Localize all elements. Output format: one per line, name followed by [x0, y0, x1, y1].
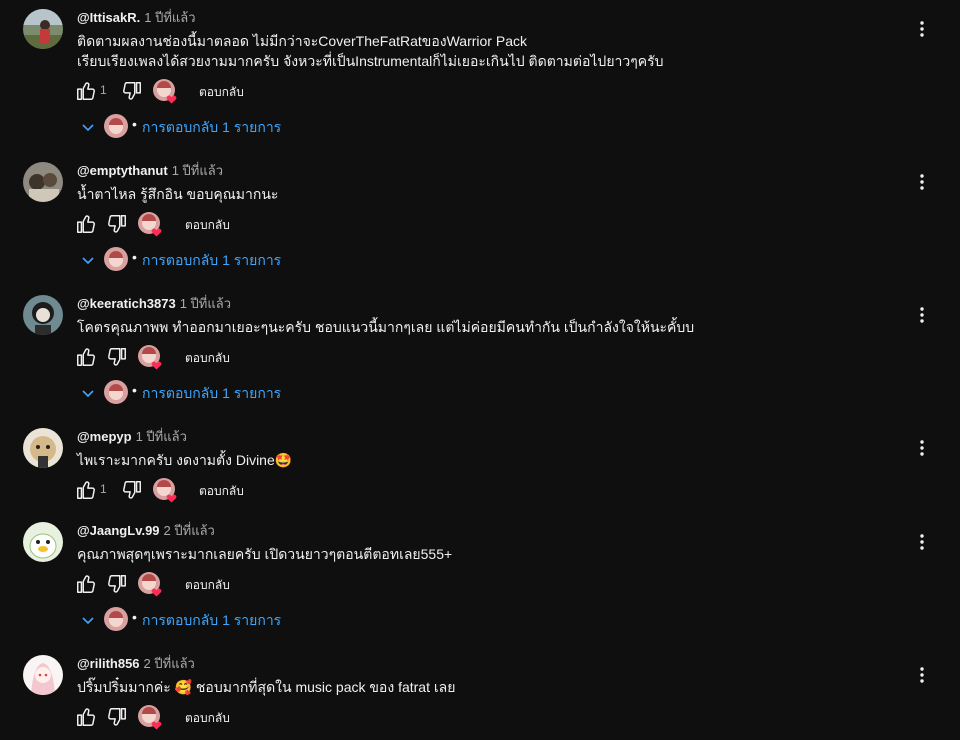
reply-button[interactable]: ตอบกลับ: [199, 482, 244, 501]
creator-heart-icon: [152, 477, 178, 503]
more-options-icon[interactable]: [912, 438, 932, 458]
like-count: 1: [100, 83, 107, 97]
like-icon[interactable]: [75, 346, 97, 368]
comment-text-line: น้ำตาไหล รู้สึกอิน ขอบคุณมากนะ: [77, 186, 279, 202]
comment-text: คุณภาพสุดๆเพราะมากเลยครับ เปิดวนยาวๆตอนต…: [77, 544, 837, 564]
avatar[interactable]: [23, 428, 63, 468]
reply-button[interactable]: ตอบกลับ: [185, 216, 230, 235]
avatar[interactable]: [23, 295, 63, 335]
timestamp[interactable]: 1 ปีที่แล้ว: [172, 163, 223, 178]
comment-header: @JaangLv.99 2 ปีที่แล้ว: [77, 522, 215, 540]
separator-dot: •: [132, 249, 137, 265]
author-name[interactable]: @mepyp: [77, 429, 132, 444]
creator-heart-icon: [137, 704, 163, 730]
replies-label[interactable]: การตอบกลับ 1 รายการ: [142, 250, 281, 272]
dislike-icon[interactable]: [106, 213, 128, 235]
like-icon[interactable]: [75, 479, 97, 501]
replies-label[interactable]: การตอบกลับ 1 รายการ: [142, 117, 281, 139]
separator-dot: •: [132, 116, 137, 132]
reply-button[interactable]: ตอบกลับ: [185, 576, 230, 595]
comment-text-line: ไพเราะมากครับ งดงามตั้ง Divine🤩: [77, 452, 293, 468]
author-name[interactable]: @emptythanut: [77, 163, 168, 178]
replies-label[interactable]: การตอบกลับ 1 รายการ: [142, 610, 281, 632]
avatar[interactable]: [23, 9, 63, 49]
author-name[interactable]: @keeratich3873: [77, 296, 176, 311]
avatar[interactable]: [23, 655, 63, 695]
replies-label[interactable]: การตอบกลับ 1 รายการ: [142, 383, 281, 405]
dislike-icon[interactable]: [106, 706, 128, 728]
dislike-icon[interactable]: [106, 573, 128, 595]
dislike-icon[interactable]: [121, 80, 143, 102]
comment-text-line: โคตรคุณภาพพ ทำออกมาเยอะๆนะครับ ชอบแนวนี้…: [77, 319, 695, 335]
comment-text: น้ำตาไหล รู้สึกอิน ขอบคุณมากนะ: [77, 184, 837, 204]
comment-text-line: ติดตามผลงานช่องนี้มาตลอด ไม่มีกว่าจะCove…: [77, 33, 527, 49]
creator-heart-icon: [137, 571, 163, 597]
more-options-icon[interactable]: [912, 665, 932, 685]
comment-text-line: คุณภาพสุดๆเพราะมากเลยครับ เปิดวนยาวๆตอนต…: [77, 546, 453, 562]
comment-text: ไพเราะมากครับ งดงามตั้ง Divine🤩: [77, 450, 837, 470]
comment-text: โคตรคุณภาพพ ทำออกมาเยอะๆนะครับ ชอบแนวนี้…: [77, 317, 837, 337]
reply-button[interactable]: ตอบกลับ: [185, 349, 230, 368]
chevron-down-icon: [80, 385, 96, 404]
like-count: 1: [100, 482, 107, 496]
author-name[interactable]: @JaangLv.99: [77, 523, 160, 538]
like-icon[interactable]: [75, 573, 97, 595]
dislike-icon[interactable]: [121, 479, 143, 501]
comment-header: @mepyp 1 ปีที่แล้ว: [77, 428, 187, 446]
more-options-icon[interactable]: [912, 172, 932, 192]
more-options-icon[interactable]: [912, 532, 932, 552]
creator-avatar: [104, 114, 128, 138]
chevron-down-icon: [80, 612, 96, 631]
more-options-icon[interactable]: [912, 305, 932, 325]
timestamp[interactable]: 2 ปีที่แล้ว: [164, 523, 215, 538]
creator-heart-icon: [152, 78, 178, 104]
comment-header: @rilith856 2 ปีที่แล้ว: [77, 655, 195, 673]
comment-text: ติดตามผลงานช่องนี้มาตลอด ไม่มีกว่าจะCove…: [77, 31, 837, 71]
reply-button[interactable]: ตอบกลับ: [199, 83, 244, 102]
comment-header: @emptythanut 1 ปีที่แล้ว: [77, 162, 223, 180]
timestamp[interactable]: 1 ปีที่แล้ว: [136, 429, 187, 444]
timestamp[interactable]: 1 ปีที่แล้ว: [144, 10, 195, 25]
timestamp[interactable]: 2 ปีที่แล้ว: [144, 656, 195, 671]
more-options-icon[interactable]: [912, 19, 932, 39]
like-icon[interactable]: [75, 706, 97, 728]
creator-avatar: [104, 607, 128, 631]
avatar[interactable]: [23, 522, 63, 562]
separator-dot: •: [132, 609, 137, 625]
comment-text: ปริ๊มปริ๋มมากค่ะ 🥰 ชอบมากที่สุดใน music …: [77, 677, 837, 697]
comment-header: @IttisakR. 1 ปีที่แล้ว: [77, 9, 196, 27]
like-icon[interactable]: [75, 80, 97, 102]
creator-avatar: [104, 247, 128, 271]
chevron-down-icon: [80, 119, 96, 138]
chevron-down-icon: [80, 252, 96, 271]
reply-button[interactable]: ตอบกลับ: [185, 709, 230, 728]
timestamp[interactable]: 1 ปีที่แล้ว: [180, 296, 231, 311]
creator-heart-icon: [137, 211, 163, 237]
separator-dot: •: [132, 382, 137, 398]
author-name[interactable]: @IttisakR.: [77, 10, 140, 25]
comment-text-line: เรียบเรียงเพลงได้สวยงามมากครับ จังหวะที่…: [77, 53, 664, 69]
comment-text-line: ปริ๊มปริ๋มมากค่ะ 🥰 ชอบมากที่สุดใน music …: [77, 679, 456, 695]
creator-heart-icon: [137, 344, 163, 370]
author-name[interactable]: @rilith856: [77, 656, 140, 671]
like-icon[interactable]: [75, 213, 97, 235]
comment-header: @keeratich3873 1 ปีที่แล้ว: [77, 295, 231, 313]
creator-avatar: [104, 380, 128, 404]
dislike-icon[interactable]: [106, 346, 128, 368]
avatar[interactable]: [23, 162, 63, 202]
